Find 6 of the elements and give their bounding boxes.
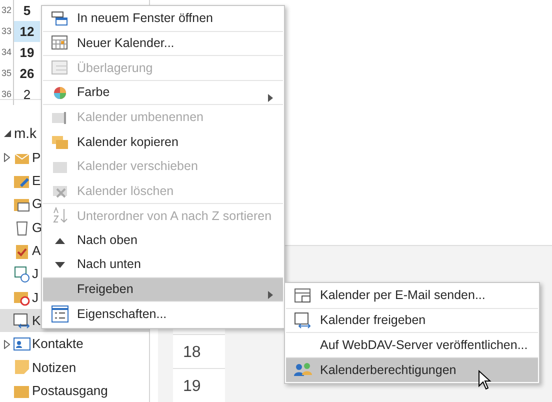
week-number: 36	[0, 84, 14, 105]
day-number: 19	[173, 368, 225, 402]
week-number: 34	[0, 42, 14, 63]
day-number: 18	[173, 334, 225, 368]
week-number: 32	[0, 0, 14, 21]
week-number: 35	[0, 63, 14, 84]
